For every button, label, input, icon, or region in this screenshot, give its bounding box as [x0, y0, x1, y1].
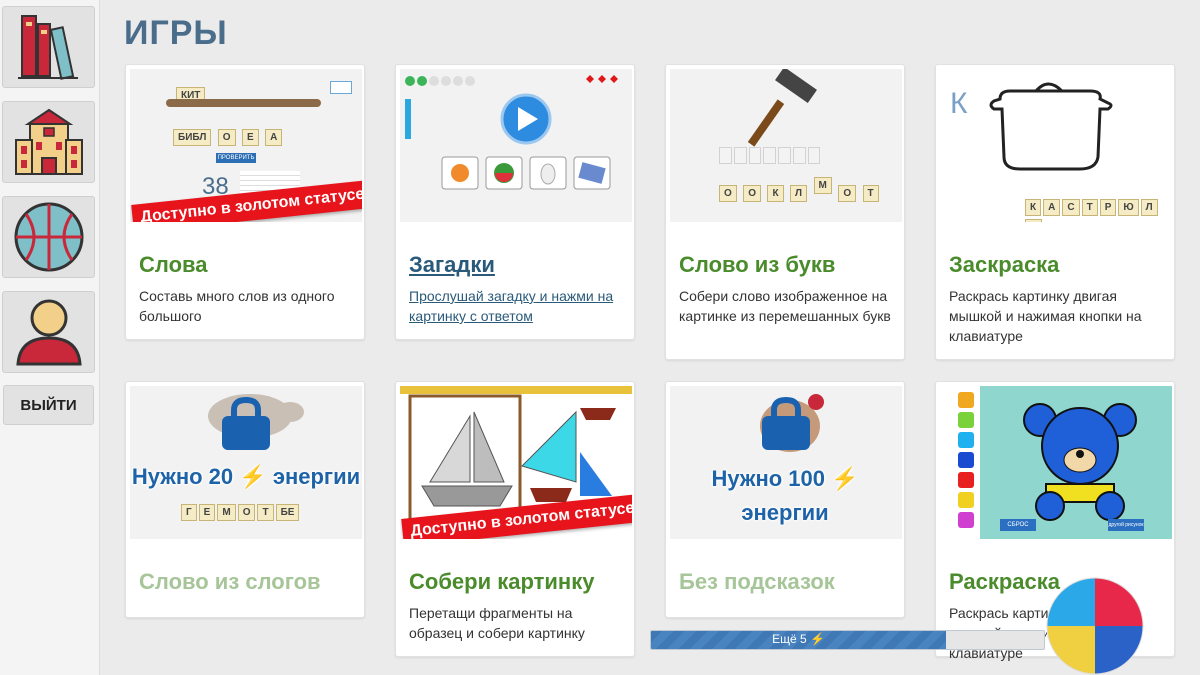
thumb-tile: О	[719, 185, 737, 202]
thumb-slot-tile	[763, 147, 777, 164]
game-thumbnail: О О К Л М О Т	[670, 69, 902, 222]
thumb-tile: Л	[1140, 199, 1158, 216]
lock-icon	[222, 396, 270, 450]
game-thumbnail: Доступно в золотом статусе!	[400, 386, 632, 539]
pot-outline	[989, 82, 1113, 171]
thumb-tile: Я	[1025, 219, 1043, 222]
card-title: Собери картинку	[409, 569, 595, 594]
logout-button[interactable]: ВЫЙТИ	[3, 385, 94, 425]
energy-progress-text: Ещё 5	[772, 632, 807, 646]
page-title: ИГРЫ	[124, 14, 228, 52]
card-title: Раскраска	[949, 569, 1061, 594]
card-title: Без подсказок	[679, 569, 835, 594]
hammer-picture	[747, 69, 817, 147]
game-thumbnail: Нужно 20 ⚡ энергии Г Е М О Т БЕ	[130, 386, 362, 539]
game-card-no-hints[interactable]: Нужно 100 ⚡ энергии Без подсказок	[665, 381, 905, 618]
card-title: Заскраска	[949, 252, 1060, 277]
game-card-word-from-letters[interactable]: О О К Л М О Т Слово из букв Собери слово…	[665, 64, 905, 360]
thumb-tile: БЕ	[275, 504, 300, 521]
card-description: Перетащи фрагменты на образец и собери к…	[409, 605, 585, 641]
energy-requirement: Нужно 20 ⚡ энергии	[130, 464, 362, 490]
school-building-icon	[14, 108, 83, 175]
card-title: Слова	[139, 252, 208, 277]
thumb-tile: Л	[790, 185, 808, 202]
bear-picture	[1023, 403, 1137, 521]
card-description: Составь много слов из одного большого	[139, 288, 335, 324]
thumb-slot-tile	[719, 147, 732, 164]
thumb-tile: Г	[181, 504, 197, 521]
thumb-tile: М	[813, 177, 832, 194]
thumb-tile: С	[1062, 199, 1080, 216]
energy-amount: Нужно 20	[131, 464, 234, 489]
card-description: Прослушай загадку и нажми на картинку с …	[409, 288, 614, 324]
game-card-riddles[interactable]: Загадки Прослушай загадку и нажми на кар…	[395, 64, 635, 340]
thumb-tile: О	[838, 185, 857, 202]
energy-progress-label: Ещё 5 ⚡	[651, 632, 946, 646]
thumb-tile: О	[217, 129, 236, 146]
energy-unit: энергии	[741, 500, 829, 525]
beach-ball-icon	[1046, 577, 1144, 675]
thumb-slot-tile	[748, 147, 762, 164]
game-card-puzzle[interactable]: Доступно в золотом статусе! Собери карти…	[395, 381, 635, 657]
game-thumbnail	[400, 69, 632, 222]
lightning-icon: ⚡	[239, 464, 267, 489]
energy-progress-bar: Ещё 5 ⚡	[650, 630, 1045, 650]
books-icon	[17, 15, 78, 80]
thumb-tile: Т	[1081, 199, 1098, 216]
thumb-other-picture-button: другой рисунок	[1108, 519, 1144, 531]
thumb-slot-tile	[778, 147, 791, 164]
thumb-slot-tile	[733, 147, 747, 164]
user-icon	[15, 299, 82, 366]
thumb-tile: А	[1043, 199, 1061, 216]
thumb-tile: А	[265, 129, 283, 146]
thumb-tile: Е	[242, 129, 259, 146]
thumb-tile: О	[237, 504, 256, 521]
card-title: Загадки	[409, 252, 495, 277]
sidebar-item-library[interactable]	[2, 6, 95, 88]
sidebar-item-profile[interactable]	[2, 291, 95, 373]
riddle-preview	[405, 75, 618, 190]
energy-unit: энергии	[272, 464, 361, 489]
thumb-tile: К	[1025, 199, 1042, 216]
card-description: Раскрась картинку двигая мышкой и нажима…	[949, 288, 1142, 344]
thumb-tile: БИБЛ	[173, 129, 212, 146]
card-description: Собери слово изображенное на картинке из…	[679, 288, 891, 324]
sidebar-item-sports[interactable]	[2, 196, 95, 278]
game-card-words[interactable]: КИТ БИБЛ О Е А ПРОВЕРИТЬ 38 Доступно в з…	[125, 64, 365, 340]
thumb-tile: Е	[198, 504, 216, 521]
thumb-tile: Т	[257, 504, 274, 521]
thumb-slot-tile	[792, 147, 806, 164]
card-title: Слово из букв	[679, 252, 836, 277]
color-palette	[940, 386, 980, 539]
game-card-syllables[interactable]: Нужно 20 ⚡ энергии Г Е М О Т БЕ Слово из слог…	[125, 381, 365, 618]
game-thumbnail: Нужно 100 ⚡ энергии	[670, 386, 902, 539]
thumb-tile: К	[767, 185, 784, 202]
ball-icon	[14, 202, 83, 272]
game-thumbnail: КИТ БИБЛ О Е А ПРОВЕРИТЬ 38 Доступно в з…	[130, 69, 362, 222]
thumb-tile: Т	[862, 185, 879, 202]
lightning-icon: ⚡	[831, 466, 859, 491]
lock-icon	[762, 396, 810, 450]
thumb-tile: Ю	[1118, 199, 1139, 216]
thumb-tile: О	[743, 185, 762, 202]
thumb-slot-tile	[807, 147, 821, 164]
game-card-fill-coloring[interactable]: К КАСТРЮЛЯ Заскраска Раскрась картинку д…	[935, 64, 1175, 360]
lightning-icon: ⚡	[809, 632, 825, 646]
energy-amount: Нужно 100	[711, 466, 825, 491]
game-thumbnail: СБРОС другой рисунок	[940, 386, 1172, 539]
game-thumbnail: К КАСТРЮЛЯ	[940, 69, 1172, 222]
sidebar: ВЫЙТИ	[0, 0, 100, 675]
thumb-tile: М	[217, 504, 236, 521]
sidebar-item-school[interactable]	[2, 101, 95, 183]
thumb-check-button: ПРОВЕРИТЬ	[216, 153, 256, 163]
thumb-tile: Р	[1099, 199, 1117, 216]
thumb-reset-button: СБРОС	[1000, 519, 1036, 531]
energy-requirement: Нужно 100 ⚡ энергии	[690, 462, 880, 530]
card-title: Слово из слогов	[139, 569, 321, 594]
